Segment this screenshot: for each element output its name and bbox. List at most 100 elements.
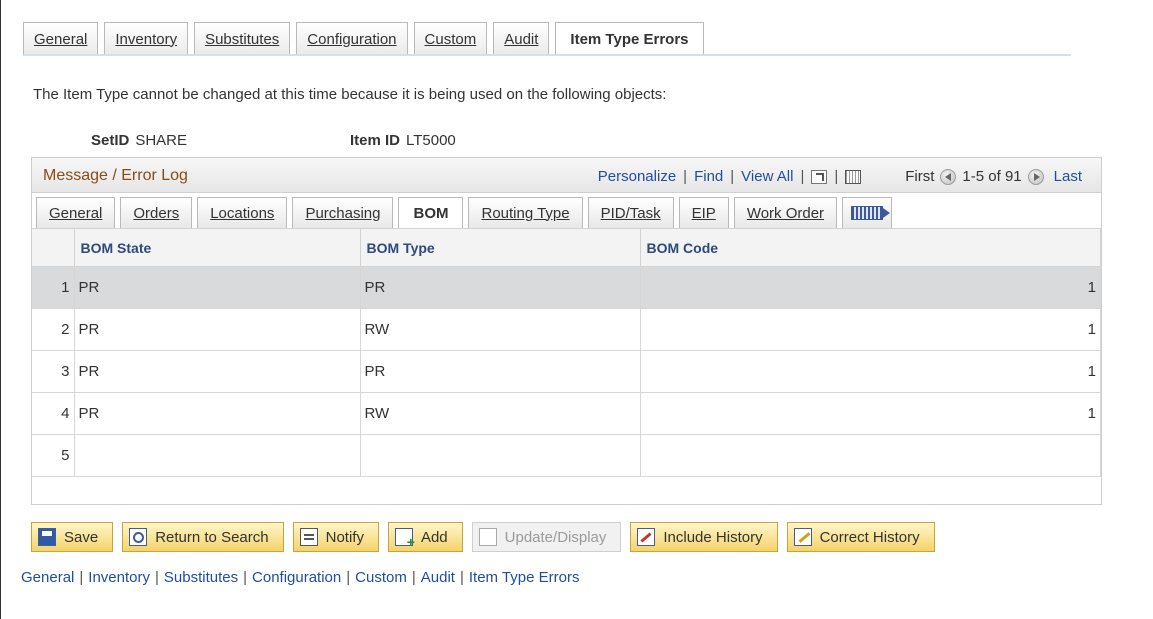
grid-tab-eip[interactable]: EIP [678, 197, 729, 228]
grid-tab-locations[interactable]: Locations [197, 197, 288, 228]
update-display-button[interactable]: Update/Display [471, 522, 622, 552]
tab-configuration[interactable]: Configuration [296, 22, 408, 55]
setid-field: SetID SHARE [91, 132, 187, 149]
grid-tab-purchasing[interactable]: Purchasing [292, 197, 394, 228]
bom-code-cell: 1 [640, 350, 1101, 393]
add-label: Add [420, 528, 448, 546]
search-icon [129, 528, 148, 546]
column-header-bom-type[interactable]: BOM Type [360, 228, 641, 267]
footer-link-substitutes[interactable]: Substitutes [164, 569, 238, 586]
separator: | [459, 569, 464, 586]
return-to-search-label: Return to Search [155, 528, 269, 546]
correct-history-button[interactable]: Correct History [786, 522, 935, 552]
next-row-icon[interactable] [1027, 168, 1044, 185]
separator: | [346, 569, 351, 586]
row-number: 4 [32, 392, 75, 435]
save-label: Save [64, 528, 99, 546]
footer-link-audit[interactable]: Audit [421, 569, 455, 586]
itemid-label: Item ID [350, 132, 401, 149]
row-number: 1 [32, 266, 75, 309]
separator: | [834, 168, 839, 185]
add-button[interactable]: Add [387, 522, 463, 552]
setid-label: SetID [91, 132, 130, 149]
separator: | [243, 569, 248, 586]
save-button[interactable]: Save [31, 522, 114, 552]
table-row[interactable]: 1 PR PR 1 [32, 266, 1101, 309]
footer-link-general[interactable]: General [21, 569, 74, 586]
bom-state-cell: PR [74, 266, 361, 309]
notify-button[interactable]: Notify [292, 522, 379, 552]
tab-inventory[interactable]: Inventory [104, 22, 189, 55]
bom-state-cell: PR [74, 308, 361, 351]
tab-general[interactable]: General [23, 22, 99, 55]
tab-item-type-errors[interactable]: Item Type Errors [555, 22, 704, 56]
footer-link-configuration[interactable]: Configuration [252, 569, 341, 586]
grid-tabs: General Orders Locations Purchasing BOM … [32, 194, 897, 228]
separator: | [800, 168, 805, 185]
bom-code-cell [640, 434, 1101, 477]
grid-navigation: Personalize | Find | View All | | First … [598, 168, 1082, 185]
view-all-link[interactable]: View All [741, 168, 793, 185]
row-number: 5 [32, 434, 75, 477]
table-row[interactable]: 4 PR RW 1 [32, 392, 1101, 435]
tabs-divider [23, 54, 1071, 56]
bom-type-cell: RW [360, 308, 641, 351]
bom-type-cell: PR [360, 266, 641, 309]
itemid-value: LT5000 [406, 132, 456, 149]
table-row[interactable]: 2 PR RW 1 [32, 308, 1101, 351]
row-number-header [32, 228, 75, 267]
bom-state-cell: PR [74, 392, 361, 435]
separator: | [154, 569, 159, 586]
tab-substitutes[interactable]: Substitutes [194, 22, 291, 55]
separator: | [683, 168, 688, 185]
bom-code-cell: 1 [640, 392, 1101, 435]
correct-history-label: Correct History [819, 528, 920, 546]
row-number: 2 [32, 308, 75, 351]
page-tabs: General Inventory Substitutes Configurat… [23, 22, 710, 56]
grid-tab-work-order[interactable]: Work Order [733, 197, 838, 228]
return-to-search-button[interactable]: Return to Search [122, 522, 284, 552]
bom-code-cell: 1 [640, 308, 1101, 351]
itemid-field: Item ID LT5000 [350, 132, 456, 149]
show-all-columns-tab[interactable] [842, 197, 893, 228]
add-icon [394, 528, 415, 550]
footer-link-custom[interactable]: Custom [355, 569, 407, 586]
include-history-button[interactable]: Include History [630, 522, 778, 552]
find-link[interactable]: Find [694, 168, 723, 185]
column-header-bom-state[interactable]: BOM State [74, 228, 361, 267]
grid-tab-orders[interactable]: Orders [120, 197, 193, 228]
zoom-icon[interactable] [811, 169, 828, 184]
notify-label: Notify [325, 528, 364, 546]
grid-tab-routing-type[interactable]: Routing Type [468, 197, 583, 228]
bom-type-cell: RW [360, 392, 641, 435]
grid-tab-pid-task[interactable]: PID/Task [587, 197, 674, 228]
grid-title: Message / Error Log [43, 167, 188, 184]
intro-message: The Item Type cannot be changed at this … [33, 86, 667, 103]
tab-custom[interactable]: Custom [413, 22, 488, 55]
window-left-border [0, 0, 1, 619]
separator: | [79, 569, 84, 586]
tab-audit[interactable]: Audit [493, 22, 550, 55]
previous-row-icon[interactable] [940, 168, 957, 185]
footer-link-inventory[interactable]: Inventory [88, 569, 150, 586]
grid-tab-bom[interactable]: BOM [398, 197, 464, 228]
first-label: First [905, 168, 935, 185]
last-link[interactable]: Last [1054, 168, 1082, 185]
notify-icon [299, 528, 318, 546]
bom-state-cell [74, 434, 361, 477]
row-number: 3 [32, 350, 75, 393]
download-grid-icon[interactable] [845, 169, 862, 184]
include-history-icon [637, 528, 656, 546]
grid-tab-general[interactable]: General [36, 197, 116, 228]
update-display-label: Update/Display [504, 528, 607, 546]
personalize-link[interactable]: Personalize [598, 168, 676, 185]
bom-state-cell: PR [74, 350, 361, 393]
show-all-columns-icon [851, 206, 891, 220]
footer-link-item-type-errors[interactable]: Item Type Errors [469, 569, 580, 586]
table-row[interactable]: 3 PR PR 1 [32, 350, 1101, 393]
separator: | [411, 569, 416, 586]
table-row[interactable]: 5 [32, 434, 1101, 477]
update-display-icon [478, 528, 497, 546]
column-header-bom-code[interactable]: BOM Code [640, 228, 1101, 267]
bom-type-cell [360, 434, 641, 477]
